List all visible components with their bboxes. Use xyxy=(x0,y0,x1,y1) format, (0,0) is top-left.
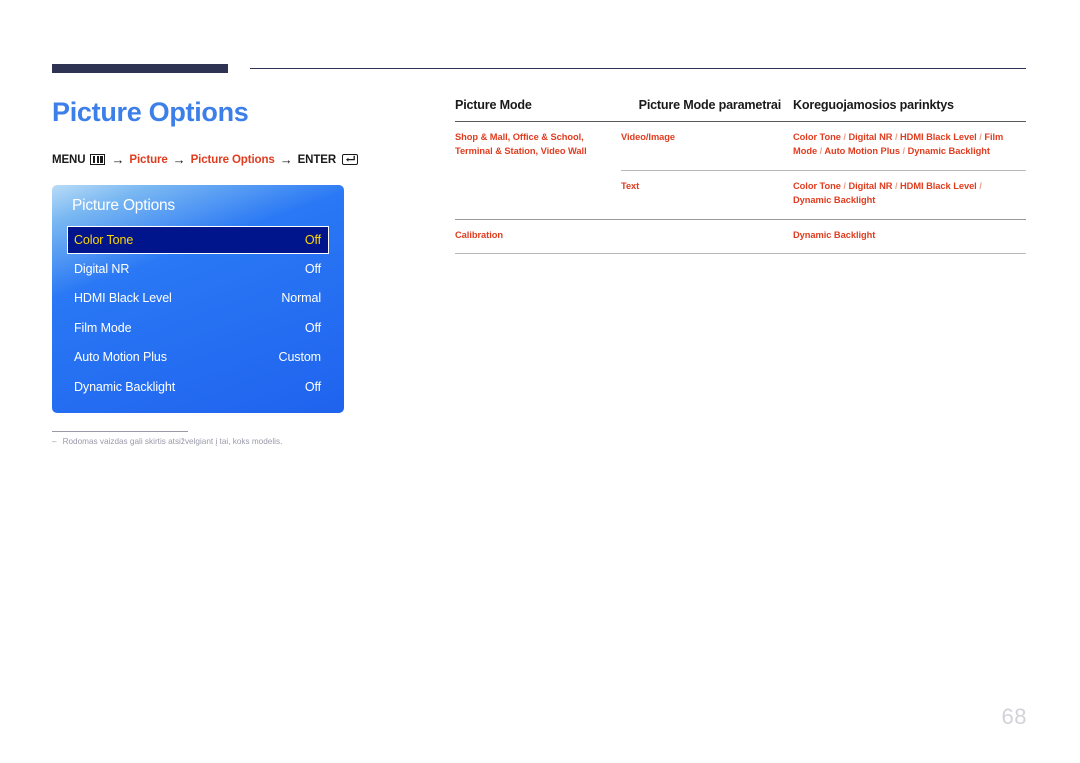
footnote-dash: – xyxy=(52,437,57,446)
picture-mode-table: Picture Mode Picture Mode parametrai Kor… xyxy=(455,98,1026,255)
breadcrumb-arrow-1: → xyxy=(111,152,125,167)
osd-item-label: Film Mode xyxy=(74,320,132,335)
osd-item-label: Color Tone xyxy=(74,233,134,247)
header-rule-thick xyxy=(52,64,228,73)
table-cell-options: Dynamic Backlight xyxy=(793,219,1026,255)
breadcrumb-step-picture[interactable]: Picture xyxy=(129,154,167,166)
osd-item-label: HDMI Black Level xyxy=(74,291,172,306)
table-cell-options: Color Tone / Digital NR / HDMI Black Lev… xyxy=(793,121,1026,171)
osd-item-label: Dynamic Backlight xyxy=(74,379,176,394)
osd-item-label: Auto Motion Plus xyxy=(74,350,167,365)
osd-picture-options-panel: Picture Options Color Tone Off Digital N… xyxy=(52,185,344,413)
manual-page: Picture Options MENU → Picture → Picture… xyxy=(0,0,1080,763)
table-cell-mode: Calibration xyxy=(455,219,621,255)
table-header-parameters: Picture Mode parametrai xyxy=(621,98,793,122)
table-header-options: Koreguojamosios parinktys xyxy=(793,98,1026,122)
page-title: Picture Options xyxy=(52,97,249,127)
osd-item-value: Off xyxy=(304,261,321,276)
osd-item-label: Digital NR xyxy=(74,261,130,276)
osd-menu-list: Color Tone Off Digital NR Off HDMI Black… xyxy=(67,226,329,402)
breadcrumb-enter-label: ENTER xyxy=(297,153,337,166)
footnote-divider xyxy=(52,431,188,432)
osd-item-value: Off xyxy=(304,233,321,247)
enter-return-icon xyxy=(342,153,359,166)
table-cell-parameter: Text xyxy=(621,170,793,220)
breadcrumb-menu-label: MENU xyxy=(52,153,86,166)
osd-item-color-tone[interactable]: Color Tone Off xyxy=(67,226,329,254)
table-cell-mode: Shop & Mall, Office & School, Terminal &… xyxy=(455,121,621,220)
table-cell-parameter xyxy=(621,219,793,255)
osd-item-value: Off xyxy=(304,320,321,335)
osd-item-dynamic-backlight[interactable]: Dynamic Backlight Off xyxy=(67,372,329,402)
osd-item-hdmi-black-level[interactable]: HDMI Black Level Normal xyxy=(67,284,329,314)
osd-item-auto-motion-plus[interactable]: Auto Motion Plus Custom xyxy=(67,343,329,373)
osd-item-value: Custom xyxy=(278,350,322,365)
header-rule-thin xyxy=(250,68,1026,69)
table-cell-options: Color Tone / Digital NR / HDMI Black Lev… xyxy=(793,170,1026,220)
osd-item-digital-nr[interactable]: Digital NR Off xyxy=(67,254,329,284)
page-number: 68 xyxy=(1001,704,1027,729)
osd-panel-title: Picture Options xyxy=(72,197,175,214)
table-row: Shop & Mall, Office & School, Terminal &… xyxy=(455,121,1026,220)
breadcrumb-arrow-3: → xyxy=(279,152,293,167)
footnote: – Rodomas vaizdas gali skirtis atsižvelg… xyxy=(52,437,282,446)
table-header-picture-mode: Picture Mode xyxy=(455,98,621,122)
menu-grid-icon xyxy=(90,154,106,165)
menu-path-breadcrumb: MENU → Picture → Picture Options → ENTER xyxy=(52,152,359,167)
osd-item-value: Normal xyxy=(281,291,321,306)
table-header-row: Picture Mode Picture Mode parametrai Kor… xyxy=(455,98,1026,122)
breadcrumb-step-picture-options[interactable]: Picture Options xyxy=(191,154,275,166)
breadcrumb-arrow-2: → xyxy=(172,152,186,167)
osd-item-film-mode[interactable]: Film Mode Off xyxy=(67,313,329,343)
table-row: Calibration Dynamic Backlight xyxy=(455,219,1026,255)
osd-item-value: Off xyxy=(304,379,321,394)
footnote-text: Rodomas vaizdas gali skirtis atsižvelgia… xyxy=(62,437,283,446)
table-cell-parameter: Video/Image xyxy=(621,121,793,171)
